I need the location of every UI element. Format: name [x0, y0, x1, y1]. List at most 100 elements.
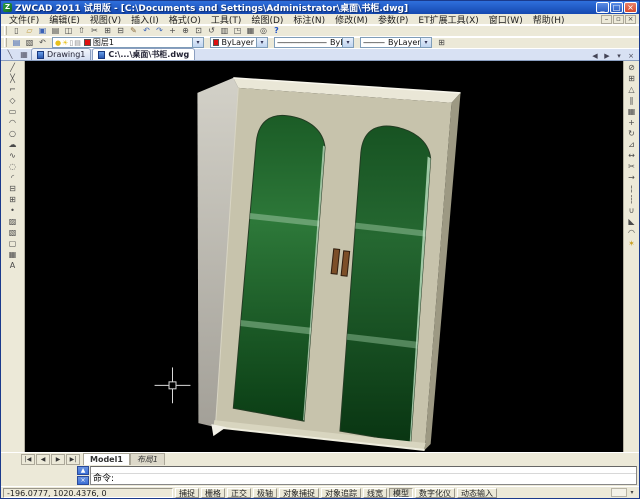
circle-icon[interactable]: ○ — [6, 128, 20, 139]
command-expand-button[interactable]: ▲ — [77, 466, 89, 475]
tab-model1[interactable]: Model1 — [83, 453, 130, 465]
array-icon[interactable]: ▦ — [625, 106, 639, 117]
explode-icon[interactable]: ✶ — [625, 238, 639, 249]
mirror-icon[interactable]: △ — [625, 84, 639, 95]
toolbar-grip[interactable] — [4, 26, 7, 35]
layer-freeze-icon[interactable]: ☀ — [62, 39, 68, 47]
construction-line-icon[interactable]: ╳ — [6, 73, 20, 84]
properties-icon[interactable]: ▥ — [218, 25, 231, 36]
make-block-icon[interactable]: ⊞ — [6, 194, 20, 205]
new-icon[interactable]: ▯ — [10, 25, 23, 36]
ellipse-arc-icon[interactable]: ◜ — [6, 172, 20, 183]
menu-help[interactable]: 帮助(H) — [528, 13, 570, 26]
table-icon[interactable]: ▦ — [6, 249, 20, 260]
match-properties-icon[interactable]: ✎ — [127, 25, 140, 36]
menu-window[interactable]: 窗口(W) — [484, 13, 528, 26]
scale-icon[interactable]: ⊿ — [625, 139, 639, 150]
tab-drawing1[interactable]: Drawing1 — [31, 48, 91, 60]
layer-on-icon[interactable]: ● — [55, 39, 61, 47]
status-menu-arrow-icon[interactable]: ▾ — [627, 488, 637, 498]
tab-shugui-dwg[interactable]: C:\...\桌面\书柜.dwg — [92, 48, 195, 60]
region-icon[interactable]: ▢ — [6, 238, 20, 249]
rotate-icon[interactable]: ↻ — [625, 128, 639, 139]
layer-states-icon[interactable]: ▧ — [23, 37, 36, 48]
undo-icon[interactable]: ↶ — [140, 25, 153, 36]
osnap-toggle[interactable]: 对象捕捉 — [279, 488, 319, 498]
command-prompt[interactable]: 命令: — [91, 473, 636, 484]
redo-icon[interactable]: ↷ — [153, 25, 166, 36]
find-icon[interactable]: ◎ — [257, 25, 270, 36]
color-combo[interactable]: ByLayer ▾ — [210, 37, 268, 48]
menu-parametric[interactable]: 参数(P) — [373, 13, 413, 26]
cut-icon[interactable]: ✂ — [88, 25, 101, 36]
zoom-previous-icon[interactable]: ↺ — [205, 25, 218, 36]
menu-tools[interactable]: 工具(T) — [206, 13, 247, 26]
zoom-window-icon[interactable]: ⊡ — [192, 25, 205, 36]
dock-grip-icon[interactable]: ╲ — [3, 49, 17, 60]
tool-palettes-icon[interactable]: ▦ — [244, 25, 257, 36]
ortho-toggle[interactable]: 正交 — [227, 488, 251, 498]
stretch-icon[interactable]: ↔ — [625, 150, 639, 161]
maximize-button[interactable]: □ — [610, 2, 623, 13]
menu-dimension[interactable]: 标注(N) — [288, 13, 330, 26]
paste-icon[interactable]: ⊟ — [114, 25, 127, 36]
join-icon[interactable]: ∪ — [625, 205, 639, 216]
child-restore-button[interactable]: ▫ — [613, 15, 624, 24]
toolbar-grip[interactable] — [4, 38, 7, 47]
child-minimize-button[interactable]: – — [601, 15, 612, 24]
polar-toggle[interactable]: 极轴 — [253, 488, 277, 498]
rectangle-icon[interactable]: ▭ — [6, 106, 20, 117]
menu-view[interactable]: 视图(V) — [85, 13, 126, 26]
plot-icon[interactable]: ▤ — [49, 25, 62, 36]
layer-properties-icon[interactable]: ▤ — [10, 37, 23, 48]
open-icon[interactable]: ▱ — [23, 25, 36, 36]
tablet-toggle[interactable]: 数字化仪 — [415, 488, 455, 498]
grid-toggle[interactable]: 栅格 — [201, 488, 225, 498]
mtext-icon[interactable]: A — [6, 260, 20, 271]
snap-toggle[interactable]: 捕捉 — [175, 488, 199, 498]
sheet-set-icon[interactable]: ▦ — [17, 49, 31, 60]
dyn-input-toggle[interactable]: 动态输入 — [457, 488, 497, 498]
chevron-down-icon[interactable]: ▾ — [420, 38, 431, 47]
chevron-down-icon[interactable]: ▾ — [192, 38, 203, 47]
layer-lock-icon[interactable]: ▯ — [69, 39, 73, 47]
print-preview-icon[interactable]: ◫ — [62, 25, 75, 36]
polygon-icon[interactable]: ◇ — [6, 95, 20, 106]
chevron-down-icon[interactable]: ▾ — [256, 38, 267, 47]
insert-block-icon[interactable]: ⊟ — [6, 183, 20, 194]
linetype-combo[interactable]: ——————— ByLayer ▾ — [274, 37, 354, 48]
menu-edit[interactable]: 编辑(E) — [44, 13, 85, 26]
menu-draw[interactable]: 绘图(D) — [246, 13, 288, 26]
tab-scroll-right-button[interactable]: ▶ — [601, 50, 613, 60]
save-icon[interactable]: ▣ — [36, 25, 49, 36]
otrack-toggle[interactable]: 对象追踪 — [321, 488, 361, 498]
erase-icon[interactable]: ⊘ — [625, 62, 639, 73]
copy-object-icon[interactable]: ⊞ — [625, 73, 639, 84]
offset-icon[interactable]: ∥ — [625, 95, 639, 106]
close-button[interactable]: × — [624, 2, 637, 13]
layer-plot-icon[interactable]: ▤ — [74, 39, 81, 47]
lineweight-toggle[interactable]: 线宽 — [363, 488, 387, 498]
point-icon[interactable]: • — [6, 205, 20, 216]
lineweight-combo[interactable]: ——— ByLayer ▾ — [360, 37, 432, 48]
polyline-icon[interactable]: ⌐ — [6, 84, 20, 95]
tab-scroll-left-button[interactable]: ◀ — [589, 50, 601, 60]
tab-layout1[interactable]: 布局1 — [130, 453, 165, 465]
tab-close-button[interactable]: × — [625, 50, 637, 60]
ellipse-icon[interactable]: ◌ — [6, 161, 20, 172]
copy-icon[interactable]: ⊞ — [101, 25, 114, 36]
tab-list-button[interactable]: ▾ — [613, 50, 625, 60]
chamfer-icon[interactable]: ◣ — [625, 216, 639, 227]
help-icon[interactable]: ? — [270, 25, 283, 36]
revision-cloud-icon[interactable]: ☁ — [6, 139, 20, 150]
trim-icon[interactable]: ✂ — [625, 161, 639, 172]
layer-previous-icon[interactable]: ↶ — [36, 37, 49, 48]
zoom-realtime-icon[interactable]: ⊕ — [179, 25, 192, 36]
extend-icon[interactable]: → — [625, 172, 639, 183]
gradient-icon[interactable]: ▧ — [6, 227, 20, 238]
break-icon[interactable]: ¦ — [625, 183, 639, 194]
design-center-icon[interactable]: ◳ — [231, 25, 244, 36]
hatch-icon[interactable]: ▨ — [6, 216, 20, 227]
child-close-button[interactable]: × — [625, 15, 636, 24]
spline-icon[interactable]: ∿ — [6, 150, 20, 161]
